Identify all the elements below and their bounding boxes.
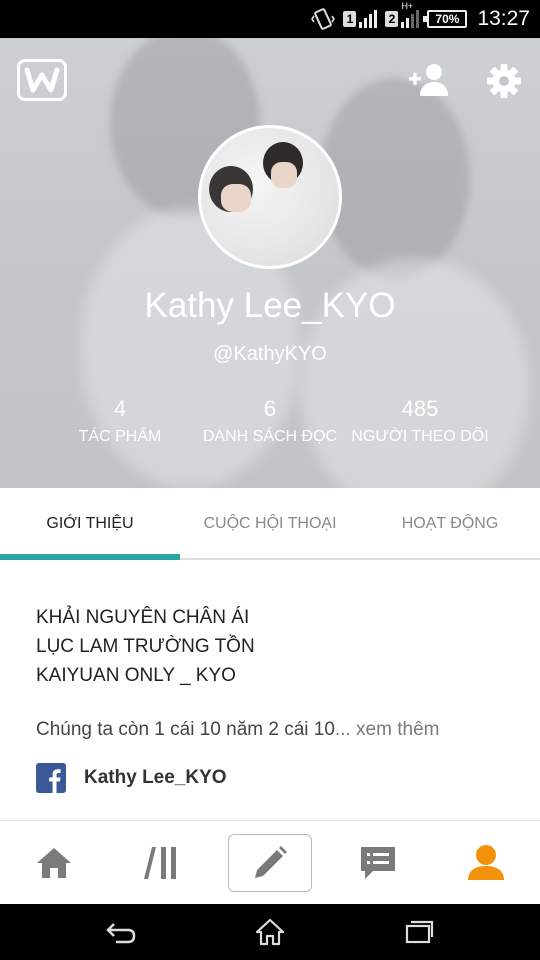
sim2-signal: 2 H+	[385, 1, 420, 28]
about-description: KHẢI NGUYÊN CHÂN ÁI LỤC LAM TRƯỜNG TỒN K…	[36, 603, 516, 690]
nav-library[interactable]	[108, 821, 216, 905]
back-icon[interactable]	[106, 918, 136, 946]
profile-tabs: GIỚI THIỆU CUỘC HỘI THOẠI HOẠT ĐỘNG	[0, 488, 540, 560]
avatar-figure	[221, 184, 251, 212]
tab-activity[interactable]: HOẠT ĐỘNG	[360, 488, 540, 560]
about-line: LỤC LAM TRƯỜNG TỒN	[36, 636, 255, 657]
stat-reading-lists[interactable]: 6 DANH SÁCH ĐỌC	[195, 396, 345, 446]
vibrate-icon	[311, 8, 336, 30]
profile-name: Kathy Lee_KYO	[144, 286, 396, 325]
about-tagline: Chúng ta còn 1 cái 10 năm 2 cái 10... xe…	[36, 719, 439, 741]
signal-bars-icon	[359, 10, 378, 28]
signal-bars-icon	[401, 10, 420, 28]
status-icons: 1 2 H+ 70% 13:27	[311, 0, 530, 38]
sim1-label: 1	[343, 11, 357, 27]
status-bar: 1 2 H+ 70% 13:27	[0, 0, 540, 38]
see-more-link[interactable]: xem thêm	[351, 719, 439, 740]
add-user-icon[interactable]	[407, 62, 451, 98]
gear-icon[interactable]	[486, 63, 522, 99]
stat-value: 485	[401, 396, 439, 421]
network-type: H+	[401, 1, 414, 11]
messages-icon	[361, 847, 395, 879]
profile-header: Kathy Lee_KYO @KathyKYO 4 TÁC PHẨM 6 DAN…	[0, 38, 540, 488]
avatar-figure	[271, 162, 297, 188]
stat-value: 4	[113, 396, 127, 421]
sim2-label: 2	[385, 11, 399, 27]
stat-works[interactable]: 4 TÁC PHẨM	[50, 396, 190, 446]
home-system-icon[interactable]	[255, 918, 285, 946]
clock: 13:27	[477, 7, 530, 30]
tab-indicator	[0, 554, 180, 560]
stat-label: NGƯỜI THEO DÕI	[351, 428, 489, 445]
nav-profile[interactable]	[432, 821, 540, 905]
profile-handle: @KathyKYO	[213, 343, 327, 365]
wattpad-logo-icon[interactable]	[17, 59, 67, 101]
write-button[interactable]	[228, 834, 312, 892]
stat-followers[interactable]: 485 NGƯỜI THEO DÕI	[345, 396, 495, 446]
facebook-link[interactable]: Kathy Lee_KYO	[36, 762, 227, 794]
facebook-name: Kathy Lee_KYO	[84, 767, 227, 788]
home-icon	[37, 848, 71, 878]
w-logo-glyph	[24, 67, 60, 93]
stat-label: TÁC PHẨM	[78, 428, 162, 445]
bottom-nav	[0, 820, 540, 904]
tagline-text: Chúng ta còn 1 cái 10 năm 2 cái 10	[36, 719, 335, 740]
profile-stats: 4 TÁC PHẨM 6 DANH SÁCH ĐỌC 485 NGƯỜI THE…	[0, 396, 540, 456]
stat-value: 6	[263, 396, 277, 421]
nav-home[interactable]	[0, 821, 108, 905]
pencil-icon	[255, 846, 287, 878]
tab-conversations[interactable]: CUỘC HỘI THOẠI	[180, 488, 360, 560]
system-navigation-bar	[0, 904, 540, 960]
nav-messages[interactable]	[324, 821, 432, 905]
tagline-ellipsis: ...	[334, 719, 351, 740]
recent-apps-icon[interactable]	[404, 918, 434, 946]
profile-icon	[468, 845, 504, 880]
nav-write[interactable]	[216, 821, 324, 905]
stat-label: DANH SÁCH ĐỌC	[202, 428, 338, 445]
facebook-icon	[36, 763, 66, 793]
battery-icon: 70%	[423, 10, 468, 28]
library-icon	[144, 847, 176, 879]
battery-level: 70%	[435, 12, 460, 26]
tab-about[interactable]: GIỚI THIỆU	[0, 488, 180, 560]
about-line: KHẢI NGUYÊN CHÂN ÁI	[36, 607, 250, 628]
avatar[interactable]	[198, 125, 342, 269]
sim1-signal: 1	[343, 10, 378, 28]
about-line: KAIYUAN ONLY _ KYO	[36, 665, 236, 686]
